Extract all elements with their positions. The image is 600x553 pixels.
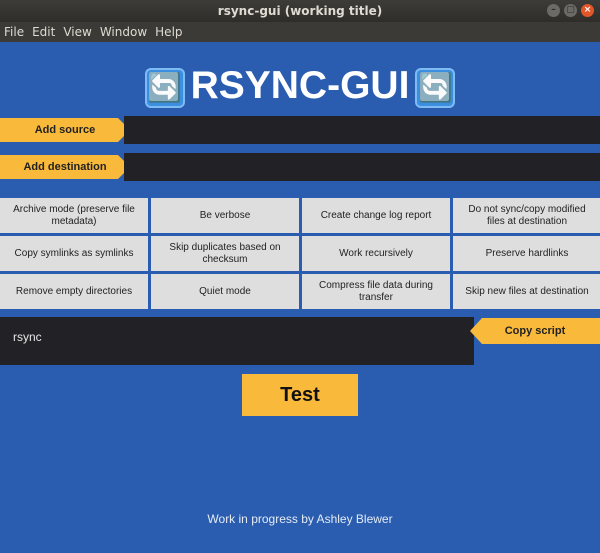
option-copy-symlinks[interactable]: Copy symlinks as symlinks [0, 236, 148, 271]
script-output[interactable]: rsync [0, 317, 474, 365]
option-archive-mode[interactable]: Archive mode (preserve file metadata) [0, 198, 148, 233]
option-no-modified[interactable]: Do not sync/copy modified files at desti… [453, 198, 600, 233]
footer-credit: Work in progress by Ashley Blewer [207, 512, 393, 526]
options-grid: Archive mode (preserve file metadata) Be… [0, 198, 600, 309]
menu-window[interactable]: Window [100, 25, 147, 39]
menu-view[interactable]: View [63, 25, 91, 39]
menu-edit[interactable]: Edit [32, 25, 55, 39]
window-title: rsync-gui (working title) [217, 4, 383, 18]
menu-file[interactable]: File [4, 25, 24, 39]
option-change-log[interactable]: Create change log report [302, 198, 450, 233]
maximize-button[interactable]: ▢ [564, 4, 577, 17]
window-titlebar: rsync-gui (working title) – ▢ × [0, 0, 600, 22]
menu-help[interactable]: Help [155, 25, 182, 39]
option-hardlinks[interactable]: Preserve hardlinks [453, 236, 600, 271]
test-button[interactable]: Test [242, 374, 358, 416]
add-destination-button[interactable]: Add destination [0, 155, 130, 179]
copy-script-button[interactable]: Copy script [470, 318, 600, 344]
app-heading: 🔄 RSYNC-GUI 🔄 [0, 62, 600, 110]
option-recursive[interactable]: Work recursively [302, 236, 450, 271]
option-verbose[interactable]: Be verbose [151, 198, 299, 233]
minimize-button[interactable]: – [547, 4, 560, 17]
app-title: RSYNC-GUI [190, 64, 410, 107]
sync-icon: 🔄 [415, 67, 456, 108]
window-controls: – ▢ × [547, 4, 594, 17]
option-skip-duplicates[interactable]: Skip duplicates based on checksum [151, 236, 299, 271]
close-button[interactable]: × [581, 4, 594, 17]
menubar: File Edit View Window Help [0, 22, 600, 42]
source-path-field[interactable] [124, 116, 600, 144]
option-remove-empty-dirs[interactable]: Remove empty directories [0, 274, 148, 309]
add-source-button[interactable]: Add source [0, 118, 130, 142]
destination-path-field[interactable] [124, 153, 600, 181]
option-compress[interactable]: Compress file data during transfer [302, 274, 450, 309]
option-skip-new[interactable]: Skip new files at destination [453, 274, 600, 309]
option-quiet[interactable]: Quiet mode [151, 274, 299, 309]
sync-icon: 🔄 [144, 67, 185, 108]
